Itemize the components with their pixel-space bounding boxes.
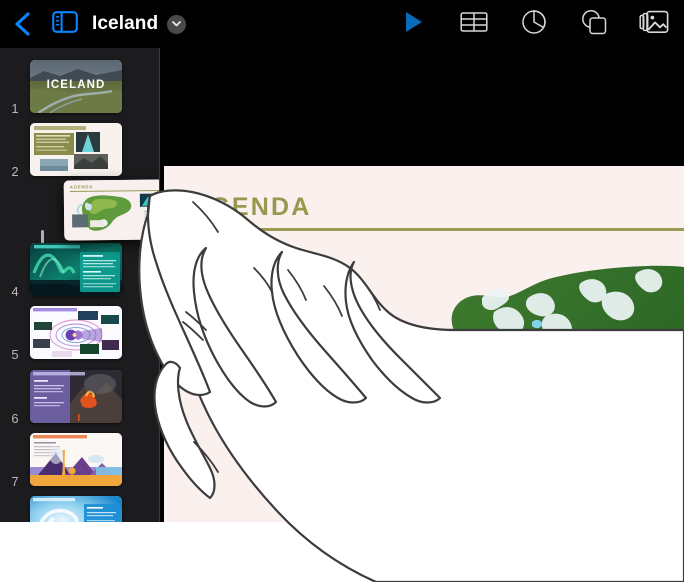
sidebar-toggle-button[interactable] [46, 0, 84, 48]
insert-shape-button[interactable] [564, 0, 624, 48]
slide-navigator-sidebar[interactable]: 1 ICELAND 2 4 5 6 7 AGENDA [0, 48, 160, 522]
slide-thumbnail[interactable]: ICELAND [30, 60, 122, 113]
slide-number-label: 1 [11, 101, 19, 116]
slide-canvas[interactable]: AGENDA 1 [160, 48, 684, 522]
current-slide[interactable]: AGENDA 1 [164, 166, 684, 522]
back-button[interactable] [0, 0, 46, 48]
slide-thumbnail[interactable] [30, 496, 122, 522]
slide-navigator-item-5[interactable]: 5 [0, 301, 160, 364]
dragged-slide-thumbnail[interactable]: AGENDA [63, 179, 160, 241]
document-menu-button[interactable] [167, 14, 187, 34]
media-photos-icon [639, 9, 669, 40]
slide-navigator-item-1[interactable]: 1 ICELAND [0, 55, 160, 118]
slide-thumbnail[interactable] [30, 433, 122, 486]
slide-thumbnail[interactable] [30, 123, 122, 176]
slide-navigator-item-6[interactable]: 6 [0, 365, 160, 428]
map-pin-label: 1 [616, 390, 630, 416]
app-window: Iceland 1 ICELAND 2 4 5 6 7 AGENDA AGEND… [0, 0, 684, 522]
insert-media-button[interactable] [624, 0, 684, 48]
play-button[interactable] [384, 0, 444, 48]
slide-navigator-item-2[interactable]: 2 [0, 118, 160, 181]
slide-navigator-item-4[interactable]: 4 [0, 238, 160, 301]
svg-text:ICELAND: ICELAND [47, 79, 106, 91]
slide-title: AGENDA [190, 193, 312, 221]
slide-thumbnail[interactable] [30, 370, 122, 423]
pie-chart-icon [521, 9, 547, 40]
slide-title-rule [190, 228, 684, 231]
iceland-satellite-map[interactable]: 1 3 [432, 238, 684, 522]
slide-number-label: 4 [11, 284, 19, 299]
shapes-icon [580, 9, 608, 40]
table-grid-icon [460, 10, 488, 39]
chevron-down-icon [171, 15, 182, 33]
slide-navigator-item-8[interactable]: 8 [0, 491, 160, 522]
slide-navigator-item-7[interactable]: 7 [0, 428, 160, 491]
insert-table-button[interactable] [444, 0, 504, 48]
chevron-left-icon [13, 10, 33, 38]
page-background [0, 522, 684, 582]
slide-thumbnail[interactable] [30, 306, 122, 359]
document-title: Iceland [92, 13, 159, 34]
insert-chart-button[interactable] [504, 0, 564, 48]
slide-number-label: 5 [11, 347, 19, 362]
slide-number-label: 2 [11, 164, 19, 179]
slide-thumbnail[interactable] [30, 243, 122, 296]
sidebar-panel-icon [52, 10, 78, 38]
svg-text:AGENDA: AGENDA [70, 184, 93, 189]
top-toolbar: Iceland [0, 0, 684, 48]
slide-number-label: 6 [11, 411, 19, 426]
slide-number-label: 7 [11, 474, 19, 489]
play-triangle-icon [403, 10, 425, 39]
map-pin-1[interactable]: 1 [608, 390, 638, 424]
screen-root: Iceland 1 ICELAND 2 4 5 6 7 AGENDA AGEND… [0, 0, 684, 582]
